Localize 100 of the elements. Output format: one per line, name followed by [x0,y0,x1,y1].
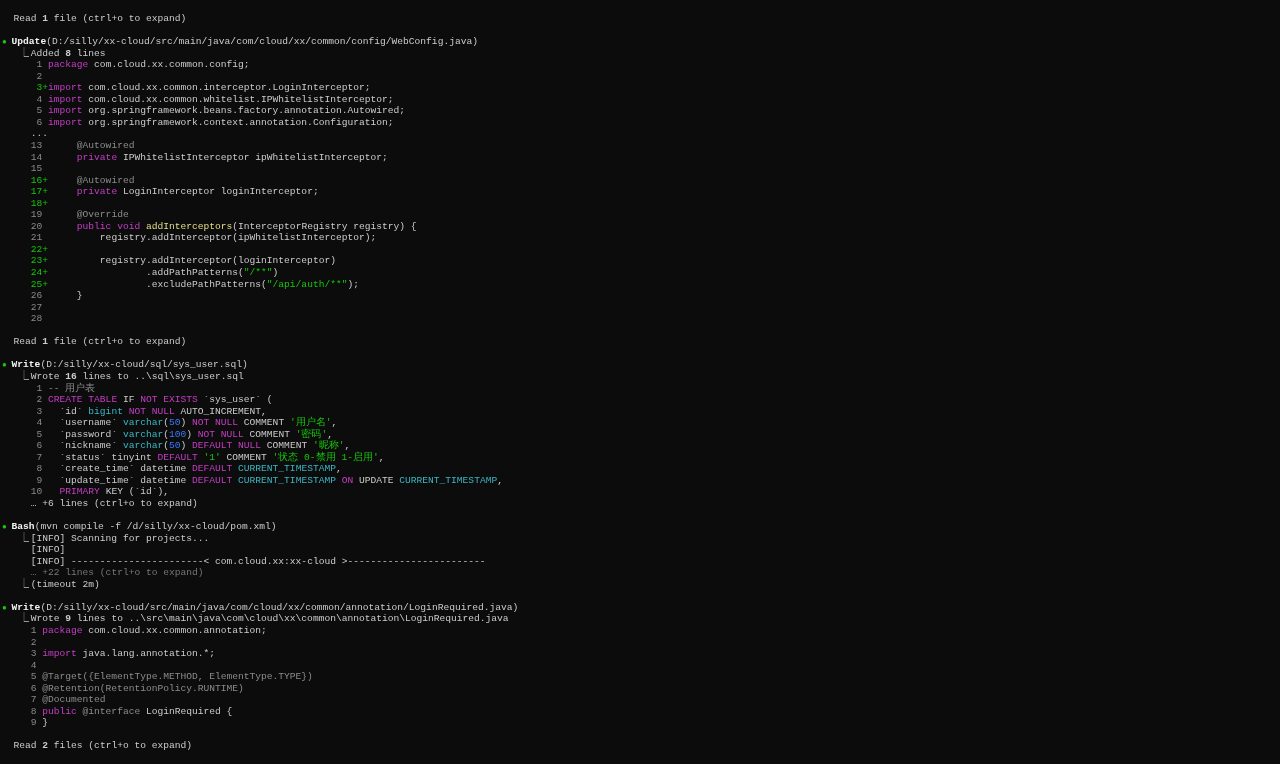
read-summary: Read 2 files (ctrl+o to expand) [13,740,192,752]
result-text: Added 8 lines [30,47,106,60]
output-line: … +22 lines (ctrl+o to expand) [30,567,204,579]
line-number: 4 [29,659,37,672]
diff-marker: + [42,243,49,255]
status-bullet: ● [2,359,8,371]
line-number: 19 [29,209,43,221]
line-number: 1 [35,382,43,395]
code-line: private IPWhitelistInterceptor ipWhitelistInterceptor; [75,151,388,164]
diff-marker: + [42,197,49,209]
diff-marker: + [42,174,49,186]
result-text: [INFO] Scanning for projects... [30,532,210,545]
diff-marker: + [42,255,49,267]
read-summary: Read 1 file (ctrl+o to expand) [13,13,187,25]
output-line: [INFO] [30,544,66,556]
code-line: @Override [75,209,129,221]
line-number: 6 [29,682,37,695]
result-text: (timeout 2m) [30,578,100,591]
status-bullet: ● [2,601,8,614]
code-line: CREATE TABLE IF NOT EXISTS `sys_user` ( [48,394,273,406]
line-number: 9 [29,717,37,729]
output-line: [INFO] -----------------------< com.cloud.xx:xx-cloud >------------------------ [30,555,486,568]
result-text: Wrote 9 lines to ..\src\main\java\com\cloud\xx\common\annotation\LoginRequired.java [30,613,509,625]
code-line: `nickname` varchar(50) DEFAULT NULL COMMENT '昵称', [58,440,351,452]
line-number: 7 [35,451,43,464]
line-number: 17 [29,186,43,198]
line-number: 6 [35,440,43,452]
result-text: Wrote 16 lines to ..\sql\sys_user.sql [30,370,244,382]
diff-marker: + [42,267,49,279]
code-line: @Target({ElementType.METHOD, ElementType.TYPE}) [42,671,313,683]
code-line: import org.springframework.context.annotation.Configuration; [48,116,394,129]
tool-call-header: Update(D:/silly/xx-cloud/src/main/java/com/cloud/xx/common/config/WebConfig.java) [11,36,478,48]
code-line: public @interface LoginRequired { [42,705,233,718]
line-number: 1 [29,625,37,637]
line-number: 10 [29,486,43,498]
code-line: } [42,717,49,729]
line-number: 14 [29,151,43,164]
code-line: private LoginInterceptor loginInterceptor; [75,186,319,198]
code-line: package com.cloud.xx.common.annotation; [42,625,267,637]
line-number: 13 [29,140,43,152]
branch-glyph: ⎿ [19,370,30,383]
line-number: 2 [29,636,37,649]
line-number: 26 [29,290,43,302]
branch-glyph: ⎿ [19,532,31,545]
code-line: @Autowired [75,174,135,187]
line-number: 18 [29,197,43,210]
line-number: 3 [35,82,43,94]
line-number: 3 [35,405,43,418]
tool-call-header: Write(D:/silly/xx-cloud/src/main/java/com/cloud/xx/common/annotation/LoginRequired.java) [11,601,519,613]
code-line: public void addInterceptors(InterceptorRegistry registry) { [75,220,417,233]
code-line: registry.addInterceptor(ipWhitelistInterceptor); [98,232,377,244]
line-number: 21 [29,232,43,244]
code-line: registry.addInterceptor(loginInterceptor) [98,255,336,268]
code-line: import java.lang.annotation.*; [42,648,215,660]
code-line: `update_time` datetime DEFAULT CURRENT_TIMESTAMP ON UPDATE CURRENT_TIMESTAMP, [58,474,503,487]
line-number: 1 [35,59,43,71]
status-bullet: ● [2,521,8,533]
line-number: 23 [29,255,43,268]
diff-marker: + [42,278,49,290]
branch-glyph: ⎿ [19,613,30,625]
code-line: `id` bigint NOT NULL AUTO_INCREMENT, [58,405,267,418]
line-number: 15 [29,163,43,175]
code-line: .excludePathPatterns("/api/auth/**"); [144,278,359,291]
line-number: 24 [29,267,43,279]
line-number: 2 [35,394,43,406]
line-number: 5 [35,105,43,117]
code-line: import org.springframework.beans.factory.annotation.Autowired; [48,105,405,117]
line-number: 5 [29,671,37,683]
code-line: PRIMARY KEY (`id`), [58,486,169,498]
code-line: -- 用户表 [48,382,96,395]
diff-marker: + [42,82,49,94]
code-line: `username` varchar(50) NOT NULL COMMENT '用户名', [58,417,338,429]
line-number: 9 [35,474,43,487]
line-number: 25 [29,278,43,291]
code-line: `password` varchar(100) NOT NULL COMMENT '密码', [58,428,333,440]
code-line: `create_time` datetime DEFAULT CURRENT_TIMESTAMP, [58,463,342,475]
line-number: 5 [35,428,43,441]
line-number: 22 [29,243,43,256]
code-line: .addPathPatterns("/**") [144,267,279,279]
status-bullet: ● [2,36,8,48]
line-number: 28 [29,313,43,325]
code-line: @Autowired [75,140,135,152]
tool-call-header: Bash(mvn compile -f /d/silly/xx-cloud/pom.xml) [11,521,277,533]
code-line: import com.cloud.xx.common.whitelist.IPWhitelistInterceptor; [48,93,394,106]
line-number: 6 [35,116,43,129]
line-number: 3 [29,648,37,660]
code-line: import com.cloud.xx.common.interceptor.LoginInterceptor; [48,82,371,94]
line-number: 16 [29,174,43,187]
output-line: … +6 lines (ctrl+o to expand) [30,497,198,510]
read-summary: Read 1 file (ctrl+o to expand) [13,336,187,348]
output-line: ... [30,128,49,140]
branch-glyph: ⎿ [19,578,31,591]
code-line: `status` tinyint DEFAULT '1' COMMENT '状态 0-禁用 1-启用', [58,451,385,464]
code-line: @Retention(RetentionPolicy.RUNTIME) [42,682,244,695]
line-number: 4 [35,93,43,106]
code-line: } [75,290,83,302]
line-number: 8 [35,463,43,475]
line-number: 7 [29,694,37,706]
tool-call-header: Write(D:/silly/xx-cloud/sql/sys_user.sql) [11,359,248,371]
branch-glyph: ⎿ [19,47,30,60]
